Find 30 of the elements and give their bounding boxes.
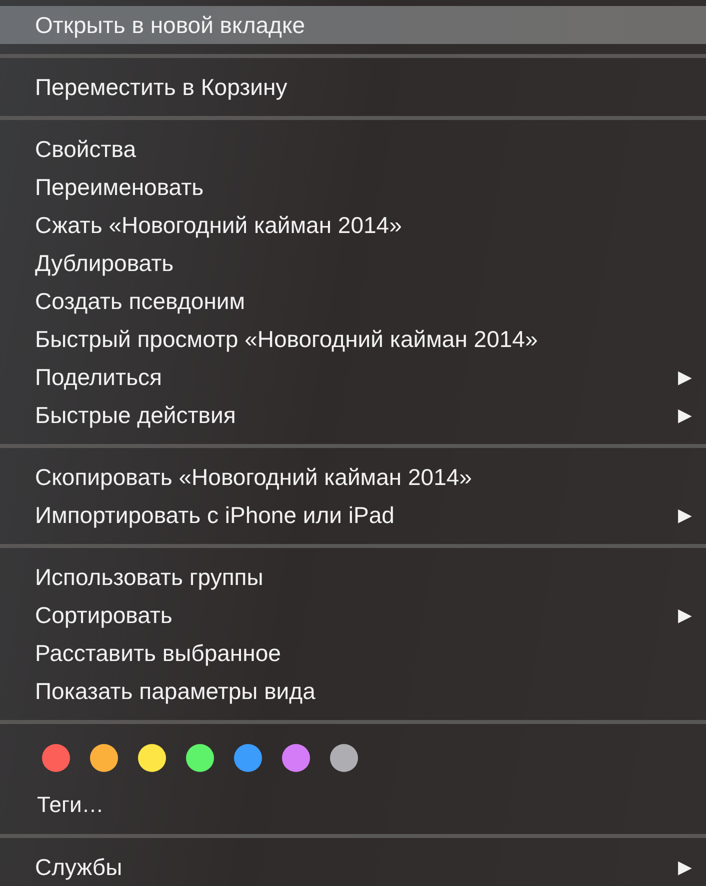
menu-item[interactable]: Расставить выбранное (0, 634, 706, 672)
tag-dot[interactable] (42, 744, 70, 772)
menu-item[interactable]: Создать псевдоним (0, 282, 706, 320)
tag-dot[interactable] (282, 744, 310, 772)
menu-item[interactable]: Переименовать (0, 168, 706, 206)
menu-item[interactable]: Быстрый просмотр «Новогодний кайман 2014» (0, 320, 706, 358)
menu-item[interactable]: Импортировать с iPhone или iPad ▶ (0, 496, 706, 534)
tag-dot[interactable] (186, 744, 214, 772)
menu-item[interactable]: Быстрые действия ▶ (0, 396, 706, 434)
menu-item[interactable]: Службы ▶ (0, 848, 706, 886)
tag-dot[interactable] (138, 744, 166, 772)
menu-item[interactable]: Открыть в новой вкладке (0, 6, 706, 44)
menu-item[interactable]: Показать параметры вида (0, 672, 706, 710)
submenu-arrow: ▶ (678, 604, 692, 626)
menu-item[interactable]: Теги… (37, 792, 104, 818)
menu-item[interactable]: Дублировать (0, 244, 706, 282)
submenu-arrow: ▶ (678, 366, 692, 388)
submenu-arrow: ▶ (678, 404, 692, 426)
menu-item[interactable]: Переместить в Корзину (0, 68, 706, 106)
menu-item[interactable]: Использовать группы (0, 558, 706, 596)
tag-dot[interactable] (90, 744, 118, 772)
tag-dot[interactable] (330, 744, 358, 772)
submenu-arrow: ▶ (678, 856, 692, 878)
menu-item[interactable]: Скопировать «Новогодний кайман 2014» (0, 458, 706, 496)
submenu-arrow: ▶ (678, 504, 692, 526)
menu-item[interactable]: Поделиться ▶ (0, 358, 706, 396)
menu-item[interactable]: Свойства (0, 130, 706, 168)
menu-item[interactable]: Сжать «Новогодний кайман 2014» (0, 206, 706, 244)
menu-item[interactable]: Сортировать ▶ (0, 596, 706, 634)
tag-dot[interactable] (234, 744, 262, 772)
